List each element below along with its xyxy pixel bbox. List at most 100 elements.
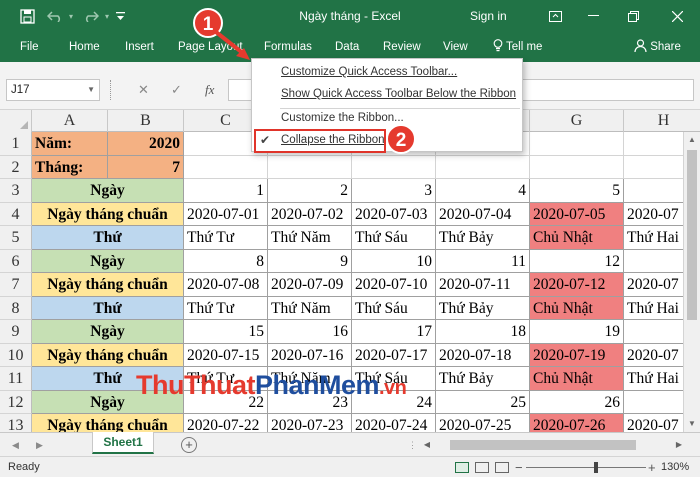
cell[interactable]: 2020-07-12 — [530, 273, 624, 297]
cell-label[interactable]: Thứ — [32, 296, 184, 320]
cell[interactable]: 11 — [436, 249, 530, 273]
cell[interactable]: 2020-07-08 — [184, 273, 268, 297]
add-sheet-icon[interactable]: + — [181, 437, 197, 453]
tab-file[interactable]: File — [20, 32, 39, 62]
cell[interactable]: 18 — [436, 320, 530, 344]
row-header[interactable]: 13 — [0, 414, 32, 432]
cell[interactable]: 10 — [352, 249, 436, 273]
scroll-left-icon[interactable]: ◀ — [420, 438, 434, 452]
cell-label[interactable]: Ngày tháng chuẩn — [32, 343, 184, 367]
close-icon[interactable] — [662, 0, 692, 32]
row-header[interactable]: 4 — [0, 202, 32, 226]
cell[interactable]: 2020-07-01 — [184, 202, 268, 226]
cell[interactable]: 15 — [184, 320, 268, 344]
cell[interactable]: Thứ Bảy — [436, 296, 530, 320]
cell[interactable]: 12 — [530, 249, 624, 273]
cell[interactable]: 2020-07-02 — [268, 202, 352, 226]
zoom-slider-knob[interactable] — [594, 462, 598, 473]
cell[interactable]: Thứ Tư — [184, 296, 268, 320]
row-header[interactable]: 11 — [0, 367, 32, 391]
row-header[interactable]: 7 — [0, 273, 32, 297]
zoom-slider[interactable] — [526, 467, 646, 468]
sheet-prev-icon[interactable]: ◀ — [12, 433, 19, 457]
menu-item-customize-qat[interactable]: Customize Quick Access Toolbar... — [252, 61, 522, 83]
cell[interactable]: 19 — [530, 320, 624, 344]
cancel-icon[interactable]: ✕ — [138, 79, 149, 101]
cell[interactable] — [352, 155, 436, 179]
normal-view-icon[interactable] — [455, 462, 469, 473]
cell[interactable] — [530, 155, 624, 179]
column-header-b[interactable]: B — [108, 110, 184, 132]
cell[interactable]: 2020-07-26 — [530, 414, 624, 432]
sheet-tab-sheet1[interactable]: Sheet1 — [92, 432, 154, 454]
cell[interactable]: 2020-07-18 — [436, 343, 530, 367]
cell[interactable]: 2020-07-23 — [268, 414, 352, 432]
cell[interactable]: 3 — [352, 179, 436, 203]
sheet-next-icon[interactable]: ▶ — [36, 433, 43, 457]
cell[interactable]: 2020-07-19 — [530, 343, 624, 367]
cell-label[interactable]: Ngày — [32, 179, 184, 203]
cell[interactable]: Chủ Nhật — [530, 367, 624, 391]
cell[interactable]: 26 — [530, 390, 624, 414]
column-header-g[interactable]: G — [530, 110, 624, 132]
select-all-button[interactable] — [0, 110, 32, 132]
cell[interactable]: Thứ Sáu — [352, 226, 436, 250]
scroll-splitter-icon[interactable]: ⋮ — [408, 440, 417, 451]
cell[interactable]: 9 — [268, 249, 352, 273]
cell[interactable]: 5 — [530, 179, 624, 203]
row-header[interactable]: 5 — [0, 226, 32, 250]
horizontal-scroll-thumb[interactable] — [450, 440, 636, 450]
cell[interactable]: 2020-07-24 — [352, 414, 436, 432]
cell[interactable]: 2020-07-25 — [436, 414, 530, 432]
cell[interactable]: 2020-07-04 — [436, 202, 530, 226]
column-header-a[interactable]: A — [32, 110, 108, 132]
cell[interactable]: Thứ Tư — [184, 226, 268, 250]
vertical-scrollbar[interactable]: ▲ ▼ — [683, 132, 700, 432]
enter-icon[interactable]: ✓ — [171, 79, 182, 101]
row-header[interactable]: 12 — [0, 390, 32, 414]
cell[interactable]: 2020-07-22 — [184, 414, 268, 432]
scroll-down-icon[interactable]: ▼ — [684, 416, 700, 432]
cell-label[interactable]: Thứ — [32, 226, 184, 250]
cell[interactable]: Thứ Năm — [268, 296, 352, 320]
cell[interactable]: 2020-07-09 — [268, 273, 352, 297]
cell[interactable]: Thứ Sáu — [352, 296, 436, 320]
cell[interactable]: 2020-07-17 — [352, 343, 436, 367]
menu-item-show-qat-below[interactable]: Show Quick Access Toolbar Below the Ribb… — [252, 83, 522, 105]
cell[interactable] — [530, 132, 624, 156]
name-box-dropdown-icon[interactable]: ▼ — [87, 80, 95, 100]
page-break-view-icon[interactable] — [495, 462, 509, 473]
cell-label[interactable]: Ngày — [32, 320, 184, 344]
cell[interactable]: 2020-07-15 — [184, 343, 268, 367]
zoom-out-icon[interactable]: − — [515, 457, 523, 477]
row-header[interactable]: 8 — [0, 296, 32, 320]
cell[interactable]: Chủ Nhật — [530, 226, 624, 250]
restore-icon[interactable] — [618, 0, 648, 32]
cell[interactable]: 2020-07-03 — [352, 202, 436, 226]
tab-home[interactable]: Home — [69, 32, 100, 62]
row-header[interactable]: 9 — [0, 320, 32, 344]
zoom-in-icon[interactable]: + — [648, 457, 656, 477]
cell[interactable] — [184, 155, 268, 179]
tab-insert[interactable]: Insert — [125, 32, 154, 62]
minimize-icon[interactable] — [578, 0, 608, 32]
cell[interactable]: 2020-07-05 — [530, 202, 624, 226]
cell-label[interactable]: Ngày tháng chuẩn — [32, 414, 184, 432]
zoom-level[interactable]: 130% — [661, 457, 689, 477]
splitter-handle[interactable] — [110, 80, 113, 100]
menu-item-customize-ribbon[interactable]: Customize the Ribbon... — [252, 107, 522, 129]
row-header[interactable]: 2 — [0, 155, 32, 179]
name-box[interactable]: J17 ▼ — [6, 79, 100, 101]
cell[interactable]: 25 — [436, 390, 530, 414]
scroll-right-icon[interactable]: ▶ — [672, 438, 686, 452]
cell[interactable]: Thứ Năm — [268, 226, 352, 250]
cell-label[interactable]: Ngày tháng chuẩn — [32, 202, 184, 226]
cell[interactable]: 8 — [184, 249, 268, 273]
insert-function-icon[interactable]: fx — [205, 79, 214, 101]
cell[interactable]: 17 — [352, 320, 436, 344]
cell[interactable]: Thứ Bảy — [436, 226, 530, 250]
cell[interactable]: 2020-07-11 — [436, 273, 530, 297]
cell-label[interactable]: Ngày — [32, 249, 184, 273]
row-header[interactable]: 6 — [0, 249, 32, 273]
scroll-up-icon[interactable]: ▲ — [684, 132, 700, 148]
